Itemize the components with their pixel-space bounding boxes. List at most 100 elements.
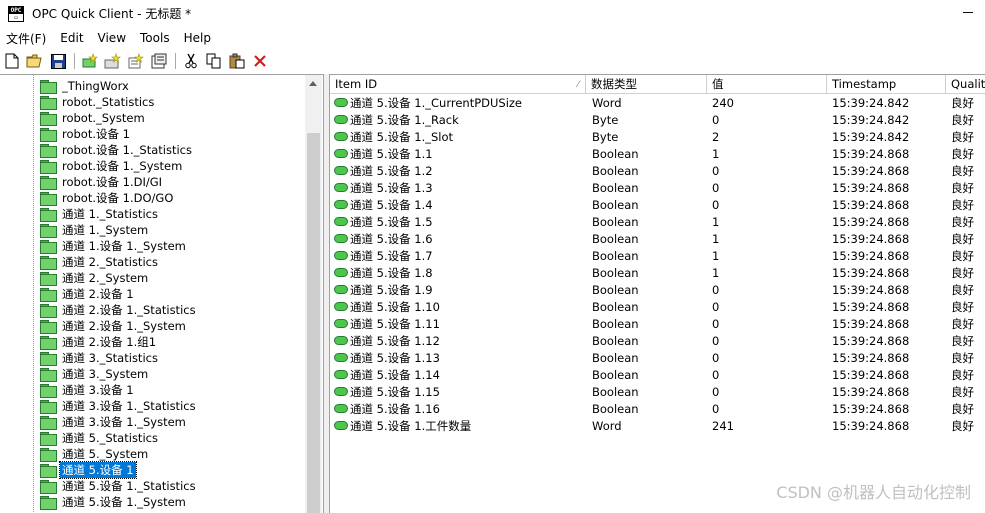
tree-guide-line [33,75,34,513]
tree-item[interactable]: 通道 3.设备 1._System [40,414,188,430]
menu-file[interactable]: 文件(F) [0,30,53,47]
table-row[interactable]: 通道 5.设备 1.15 Boolean 0 15:39:24.868 良好 [330,384,985,401]
value-cell: 0 [712,198,720,212]
properties-icon[interactable] [150,52,168,70]
tree-item[interactable]: 通道 5.设备 1 [40,461,137,479]
paste-icon[interactable] [228,52,246,70]
data-type-cell: Boolean [592,198,639,212]
tree-scrollbar[interactable] [305,75,322,513]
item-id-text: 通道 5.设备 1.14 [350,368,440,382]
tree-item[interactable]: 通道 2.设备 1._Statistics [40,302,198,318]
menu-help[interactable]: Help [177,31,218,45]
tree-item[interactable]: 通道 3.设备 1._Statistics [40,398,198,414]
new-file-icon[interactable] [3,52,21,70]
tree-item[interactable]: 通道 2.设备 1._System [40,318,188,334]
tree-item-label: _ThingWorx [62,79,129,93]
tree-item[interactable]: robot.设备 1._Statistics [40,142,194,158]
menu-edit[interactable]: Edit [53,31,90,45]
tag-icon [334,319,348,328]
table-row[interactable]: 通道 5.设备 1._CurrentPDUSize Word 240 15:39:24… [330,95,985,112]
table-row[interactable]: 通道 5.设备 1.2 Boolean 0 15:39:24.868 良好 [330,163,985,180]
new-group-icon[interactable] [104,52,122,70]
table-row[interactable]: 通道 5.设备 1.6 Boolean 1 15:39:24.868 良好 [330,231,985,248]
copy-icon[interactable] [205,52,223,70]
scroll-thumb[interactable] [307,133,320,513]
tree-item[interactable]: robot._System [40,110,147,126]
tree-item[interactable]: robot.设备 1._System [40,158,184,174]
value-cell: 0 [712,164,720,178]
table-row[interactable]: 通道 5.设备 1.9 Boolean 0 15:39:24.868 良好 [330,282,985,299]
tag-icon [334,404,348,413]
tree-item[interactable]: 通道 5._Statistics [40,430,160,446]
quality-cell: 良好 [951,147,974,161]
tree-item-label: 通道 2.设备 1._System [62,319,186,333]
table-row[interactable]: 通道 5.设备 1._Rack Byte 0 15:39:24.842 良好 [330,112,985,129]
tree-item-label: 通道 2.设备 1.组1 [62,335,157,349]
column-header-data-type[interactable]: 数据类型 [586,75,707,94]
tree-item[interactable]: robot._Statistics [40,94,156,110]
item-id-cell: 通道 5.设备 1.10 [334,299,440,316]
timestamp-cell: 15:39:24.868 [832,419,910,433]
table-row[interactable]: 通道 5.设备 1.11 Boolean 0 15:39:24.868 良好 [330,316,985,333]
tree-item[interactable]: 通道 3._Statistics [40,350,160,366]
table-row[interactable]: 通道 5.设备 1.10 Boolean 0 15:39:24.868 良好 [330,299,985,316]
tree-item-label: 通道 3.设备 1 [62,383,134,397]
column-header-timestamp[interactable]: Timestamp [827,75,946,94]
column-header-quality[interactable]: Quality [946,75,985,94]
table-row[interactable]: 通道 5.设备 1.5 Boolean 1 15:39:24.868 良好 [330,214,985,231]
tree-item[interactable]: 通道 2.设备 1.组1 [40,334,158,350]
open-folder-icon[interactable] [26,52,44,70]
tag-icon [334,183,348,192]
tree-item[interactable]: 通道 2._System [40,270,150,286]
column-header-item-id[interactable]: Item ID ⁄ [330,75,586,94]
item-id-cell: 通道 5.设备 1.4 [334,197,433,214]
tree-item[interactable]: robot.设备 1.DI/GI [40,174,164,190]
table-row[interactable]: 通道 5.设备 1.工件数量 Word 241 15:39:24.868 良好 [330,418,985,435]
tree-pane[interactable]: _ThingWorx robot._Statistics robot._System… [0,74,324,513]
new-item-icon[interactable] [127,52,145,70]
cut-icon[interactable] [182,52,200,70]
table-row[interactable]: 通道 5.设备 1.7 Boolean 1 15:39:24.868 良好 [330,248,985,265]
tree-item[interactable]: 通道 2.设备 1 [40,286,136,302]
tree-item[interactable]: 通道 5._System [40,446,150,462]
data-type-cell: Byte [592,113,619,127]
table-row[interactable]: 通道 5.设备 1.3 Boolean 0 15:39:24.868 良好 [330,180,985,197]
item-id-text: 通道 5.设备 1.16 [350,402,440,416]
tree-item-label: 通道 5.设备 1._Statistics [62,479,196,493]
delete-icon[interactable] [251,52,269,70]
tag-icon [334,302,348,311]
tree-item[interactable]: 通道 1._System [40,222,150,238]
quality-cell: 良好 [951,402,974,416]
table-row[interactable]: 通道 5.设备 1.8 Boolean 1 15:39:24.868 良好 [330,265,985,282]
tree-item[interactable]: _ThingWorx [40,78,131,94]
tree-item[interactable]: 通道 3._System [40,366,150,382]
tree-item[interactable]: robot.设备 1.DO/GO [40,190,175,206]
save-icon[interactable] [49,52,67,70]
tree-item-label: robot.设备 1._Statistics [62,143,192,157]
tree-item[interactable]: robot.设备 1 [40,126,132,142]
new-server-icon[interactable] [81,52,99,70]
tree-item[interactable]: 通道 5.设备 1._Statistics [40,478,198,494]
menu-view[interactable]: View [91,31,133,45]
folder-icon [40,464,57,478]
table-row[interactable]: 通道 5.设备 1.12 Boolean 0 15:39:24.868 良好 [330,333,985,350]
tree-item[interactable]: 通道 1.设备 1._System [40,238,188,254]
tree-item[interactable]: 通道 1._Statistics [40,206,160,222]
table-row[interactable]: 通道 5.设备 1.16 Boolean 0 15:39:24.868 良好 [330,401,985,418]
tree-item[interactable]: 通道 5.设备 1._System [40,494,188,510]
scroll-up-arrow-icon[interactable] [309,81,317,86]
tree-item-label: 通道 5._Statistics [62,431,158,445]
minimize-button[interactable] [963,12,973,13]
item-list-pane[interactable]: Item ID⁄ 数据类型 值 Timestamp Quality 通道 5.设… [329,74,985,513]
table-row[interactable]: 通道 5.设备 1.13 Boolean 0 15:39:24.868 良好 [330,350,985,367]
table-row[interactable]: 通道 5.设备 1._Slot Byte 2 15:39:24.842 良好 [330,129,985,146]
item-id-text: 通道 5.设备 1._CurrentPDUSize [350,96,523,110]
table-row[interactable]: 通道 5.设备 1.1 Boolean 1 15:39:24.868 良好 [330,146,985,163]
tree-item[interactable]: 通道 2._Statistics [40,254,160,270]
column-header-value[interactable]: 值 [707,75,827,94]
tree-item-label: 通道 1._System [62,223,149,237]
table-row[interactable]: 通道 5.设备 1.4 Boolean 0 15:39:24.868 良好 [330,197,985,214]
menu-tools[interactable]: Tools [133,31,177,45]
table-row[interactable]: 通道 5.设备 1.14 Boolean 0 15:39:24.868 良好 [330,367,985,384]
tree-item[interactable]: 通道 3.设备 1 [40,382,136,398]
